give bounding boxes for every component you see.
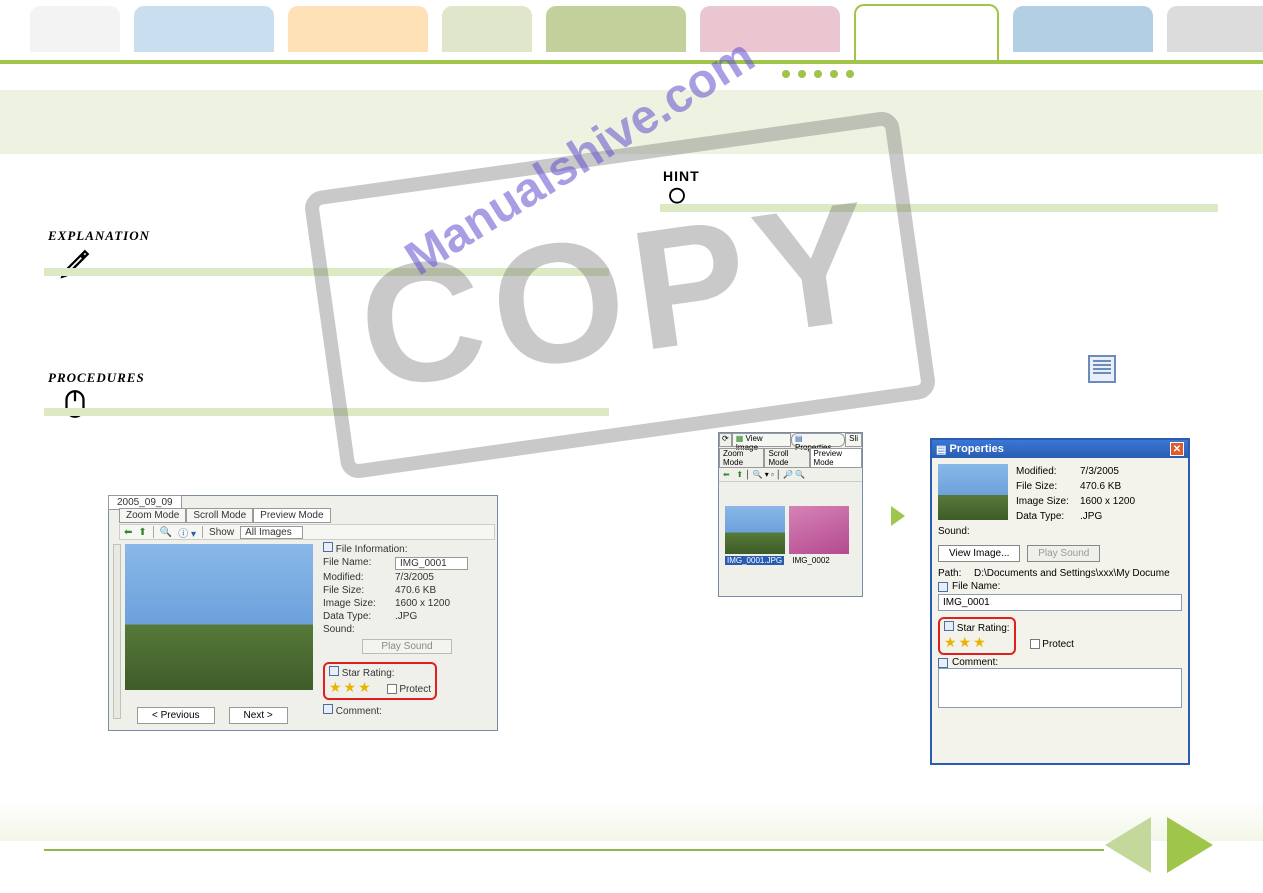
footer-rule xyxy=(44,849,1104,851)
star-rating[interactable]: ★★★ xyxy=(329,679,373,695)
tab-zoom[interactable]: Zoom Mode xyxy=(119,508,186,523)
tab-bar xyxy=(0,6,1263,64)
scroll-mode-screenshot: ⟳ ▦ View Image ▤ Properties Sli Zoom Mod… xyxy=(718,432,863,597)
info-icon[interactable]: ⓘ ▾ xyxy=(178,525,196,540)
dialog-titlebar: ▤ Properties ✕ xyxy=(932,440,1188,458)
preview-photo xyxy=(125,544,313,690)
footer-gradient xyxy=(0,801,1263,841)
nav-tab[interactable] xyxy=(134,6,274,52)
comment-textarea[interactable] xyxy=(938,668,1182,708)
arrow-right-icon xyxy=(891,506,905,526)
tab-underline xyxy=(0,60,1263,64)
collapse-icon[interactable] xyxy=(329,666,339,676)
view-image-tab[interactable]: ▦ View Image xyxy=(732,433,791,447)
dialog-icon: ▤ xyxy=(936,443,946,456)
up-icon[interactable]: ⬆ xyxy=(138,527,146,538)
watermark-text: COPY xyxy=(348,162,892,429)
filename-input[interactable]: IMG_0001 xyxy=(938,594,1182,611)
star-rating[interactable]: ★★★ xyxy=(944,634,988,650)
hint-heading: HINT xyxy=(663,168,700,184)
watermark-stamp: COPY xyxy=(303,110,938,481)
collapse-icon[interactable] xyxy=(944,621,954,631)
protect-checkbox[interactable] xyxy=(1030,639,1040,649)
properties-tab-highlight[interactable]: ▤ Properties xyxy=(791,433,845,447)
explanation-underline xyxy=(44,268,609,276)
nav-tab-active[interactable] xyxy=(854,4,999,60)
properties-icon: ▤ xyxy=(795,434,803,443)
star-rating-highlight: Star Rating: ★★★ xyxy=(938,617,1016,655)
preview-mode-screenshot: 2005_09_09 Zoom Mode Scroll Mode Preview… xyxy=(108,495,498,731)
nav-tab[interactable] xyxy=(288,6,428,52)
nav-tab[interactable] xyxy=(30,6,120,52)
procedures-heading: PROCEDURES xyxy=(48,370,145,386)
collapse-icon[interactable] xyxy=(938,658,948,668)
collapse-icon[interactable] xyxy=(323,542,333,552)
thumbnail[interactable] xyxy=(725,506,785,554)
selected-file[interactable]: IMG_0001.JPG xyxy=(725,556,784,565)
protect-checkbox[interactable] xyxy=(387,684,397,694)
nav-tab[interactable] xyxy=(442,6,532,52)
hero-band xyxy=(0,90,1263,154)
show-combo[interactable]: All Images xyxy=(240,526,303,539)
play-sound-button: Play Sound xyxy=(362,639,451,654)
next-button[interactable]: Next > xyxy=(229,707,288,724)
properties-dialog: ▤ Properties ✕ Modified:7/3/2005 File Si… xyxy=(930,438,1190,765)
refresh-icon[interactable]: ⟳ xyxy=(719,433,732,447)
nav-tab[interactable] xyxy=(700,6,840,52)
close-icon[interactable]: ✕ xyxy=(1170,442,1184,456)
previous-button[interactable]: < Previous xyxy=(137,707,215,724)
splitter[interactable] xyxy=(113,544,121,719)
tab-scroll[interactable]: Scroll Mode xyxy=(186,508,253,523)
nav-tab[interactable] xyxy=(546,6,686,52)
prev-page-icon[interactable] xyxy=(1105,817,1151,873)
play-sound-button: Play Sound xyxy=(1027,545,1100,562)
explanation-heading: EXPLANATION xyxy=(48,228,150,244)
nav-tab[interactable] xyxy=(1013,6,1153,52)
show-label: Show xyxy=(209,527,234,538)
rotate-icon[interactable]: 🔍 xyxy=(160,527,172,538)
watermark-url: Manualshive.com xyxy=(396,28,764,287)
dialog-thumbnail xyxy=(938,464,1008,520)
dialog-title: Properties xyxy=(949,443,1003,455)
star-rating-highlight: Star Rating: ★★★ Protect xyxy=(323,662,437,700)
thumbnail[interactable] xyxy=(789,506,849,554)
filename-value[interactable]: IMG_0001 xyxy=(395,557,468,570)
tab-preview[interactable]: Preview Mode xyxy=(253,508,330,523)
collapse-icon[interactable] xyxy=(323,704,333,714)
view-tabs: Zoom Mode Scroll Mode Preview Mode xyxy=(119,508,331,523)
procedures-underline xyxy=(44,408,609,416)
file-info-header: File Information: xyxy=(336,544,408,555)
file-info-panel: File Information: File Name:IMG_0001 Mod… xyxy=(323,542,491,717)
properties-icon[interactable] xyxy=(1088,355,1116,383)
next-page-icon[interactable] xyxy=(1167,817,1213,873)
nav-tab[interactable] xyxy=(1167,6,1263,52)
view-image-button[interactable]: View Image... xyxy=(938,545,1020,562)
page-dots xyxy=(782,70,854,78)
toolbar: ⬅ ⬆ 🔍 ⓘ ▾ Show All Images xyxy=(119,524,495,540)
back-icon[interactable]: ⬅ xyxy=(124,527,132,538)
hint-underline xyxy=(660,204,1218,212)
collapse-icon[interactable] xyxy=(938,582,948,592)
path-value: D:\Documents and Settings\xxx\My Docume xyxy=(974,568,1170,579)
